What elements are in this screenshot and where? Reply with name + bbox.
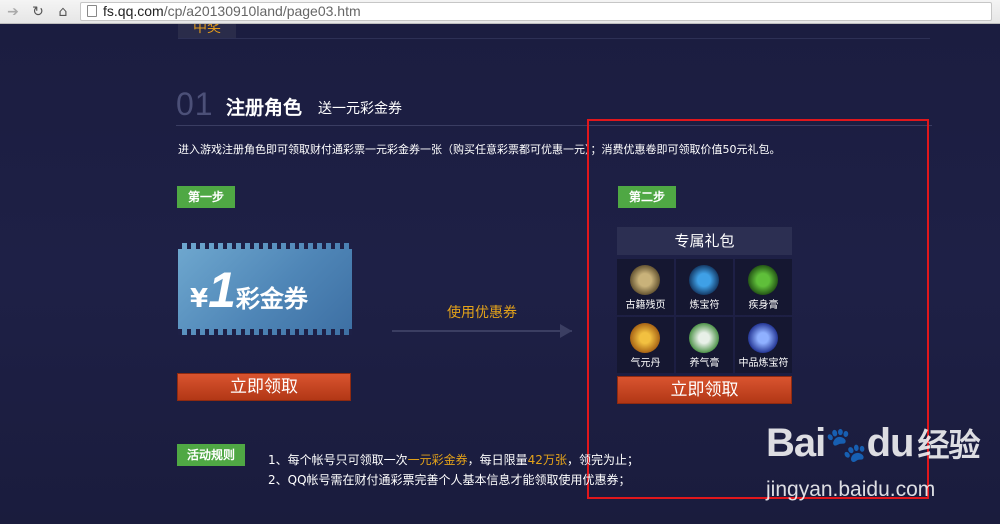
baidu-logo-watermark: Bai🐾du 经验 [766, 421, 980, 465]
rule-line-2: 2、QQ帐号需在财付通彩票完善个人基本信息才能领取使用优惠券； [268, 473, 631, 487]
coupon-text: ¥1彩金券 [190, 262, 308, 318]
address-bar[interactable]: fs.qq.com/cp/a20130910land/page03.htm [80, 2, 992, 21]
arrow-line [392, 330, 572, 332]
claim-coupon-button[interactable]: 立即领取 [177, 373, 351, 401]
page-content: 中奖 01 注册角色 送一元彩金券 进入游戏注册角色即可领取财付通彩票一元彩金券… [0, 24, 1000, 524]
section-title: 注册角色 [226, 97, 303, 119]
step1-badge: 第一步 [177, 186, 235, 208]
rules-badge: 活动规则 [177, 444, 245, 466]
home-icon[interactable]: ⌂ [54, 3, 72, 21]
browser-toolbar: ➔ ↻ ⌂ fs.qq.com/cp/a20130910land/page03.… [0, 0, 1000, 24]
back-icon[interactable]: ➔ [4, 3, 22, 21]
url-text: fs.qq.com/cp/a20130910land/page03.htm [103, 3, 361, 19]
section-subtitle: 送一元彩金券 [318, 101, 402, 117]
rule-line-1: 1、每个帐号只可领取一次一元彩金券，每日限量42万张，领完为止； [268, 453, 639, 467]
previous-section-tab: 中奖 [178, 24, 236, 38]
section-number: 01 [176, 86, 214, 122]
use-coupon-label: 使用优惠券 [447, 305, 517, 321]
divider [178, 38, 930, 39]
watermark-url: jingyan.baidu.com [766, 478, 936, 501]
arrow-right-icon [560, 324, 572, 338]
page-icon [87, 5, 97, 17]
coupon-image: ¥1彩金券 [178, 243, 352, 335]
reload-icon[interactable]: ↻ [29, 3, 47, 21]
